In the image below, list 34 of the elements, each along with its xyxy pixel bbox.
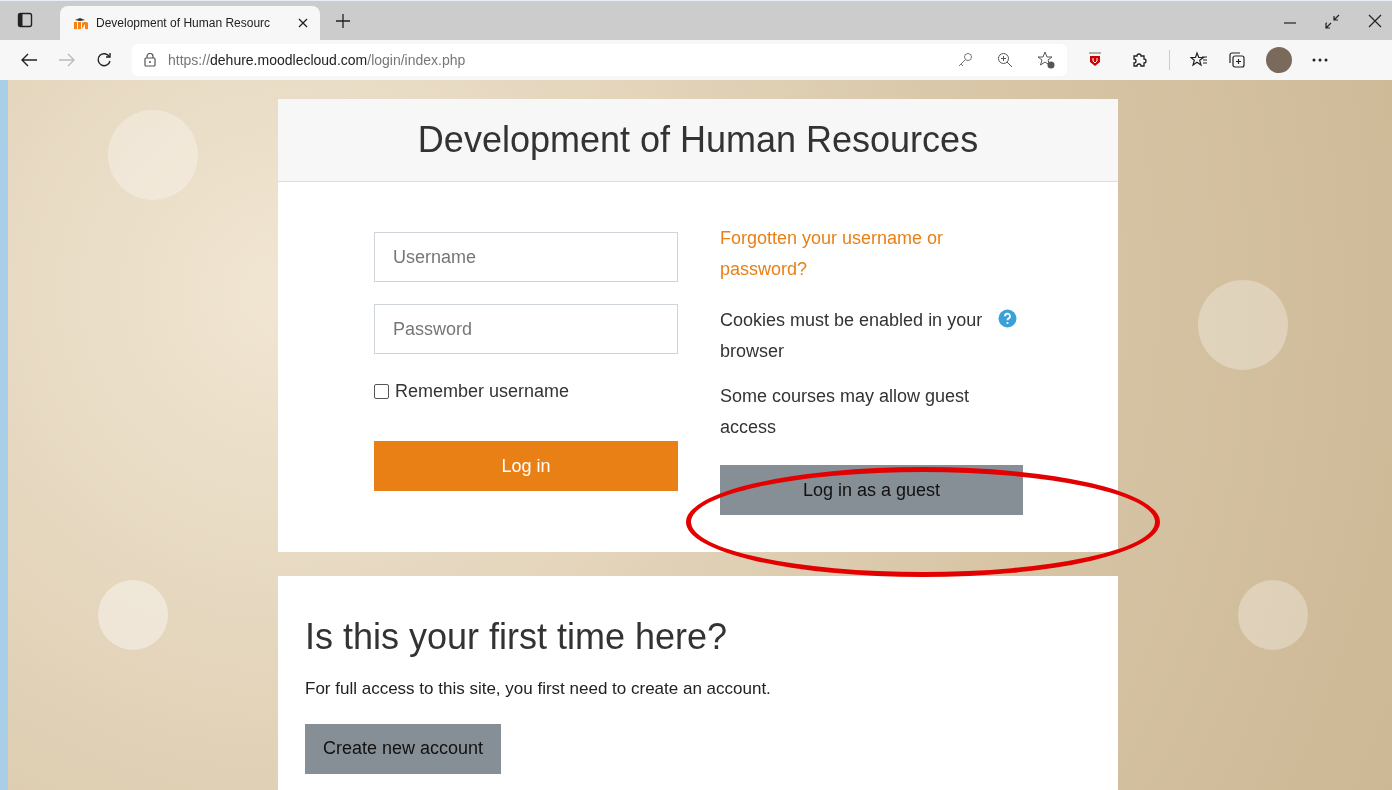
- new-tab-icon[interactable]: [336, 14, 350, 28]
- forgot-password-link[interactable]: Forgotten your username or password?: [720, 223, 1030, 285]
- zoom-icon[interactable]: [997, 52, 1013, 68]
- url-text: https://dehure.moodlecloud.com/login/index.php: [168, 50, 467, 70]
- signup-text: For full access to this site, you first need to create an account.: [305, 678, 772, 700]
- favorites-icon[interactable]: [1190, 51, 1208, 69]
- cookies-note: Cookies must be enabled in your browser: [720, 309, 984, 363]
- close-icon[interactable]: [298, 18, 308, 28]
- guest-access-note: Some courses may allow guest access: [720, 385, 971, 439]
- username-field[interactable]: Username: [374, 232, 678, 282]
- key-icon[interactable]: [957, 52, 973, 68]
- remember-checkbox[interactable]: [374, 384, 389, 399]
- profile-avatar[interactable]: [1266, 47, 1292, 73]
- lock-icon: [144, 53, 156, 67]
- more-icon[interactable]: [1312, 58, 1328, 62]
- password-field[interactable]: Password: [374, 304, 678, 354]
- tab-title: Development of Human Resourc: [96, 15, 272, 32]
- address-bar[interactable]: https://dehure.moodlecloud.com/login/index.php: [132, 44, 1067, 76]
- moodle-logo-icon: [72, 17, 88, 29]
- collections-icon[interactable]: [1228, 51, 1246, 69]
- puzzle-icon[interactable]: [1131, 51, 1149, 69]
- guest-login-button[interactable]: Log in as a guest: [720, 465, 1023, 515]
- browser-tab[interactable]: Development of Human Resourc: [60, 6, 320, 40]
- add-favorite-icon[interactable]: [1037, 51, 1055, 69]
- help-icon[interactable]: [997, 309, 1017, 328]
- restore-icon[interactable]: [1324, 14, 1340, 30]
- site-title: Development of Human Resources: [417, 118, 979, 162]
- signup-heading: Is this your first time here?: [305, 615, 729, 659]
- back-arrow-icon[interactable]: [20, 53, 38, 67]
- create-account-button[interactable]: Create new account: [305, 723, 502, 774]
- close-icon[interactable]: [1368, 14, 1382, 28]
- remember-username-label: Remember username: [395, 380, 570, 403]
- shield-icon[interactable]: [1087, 52, 1103, 68]
- reload-icon[interactable]: [96, 52, 112, 68]
